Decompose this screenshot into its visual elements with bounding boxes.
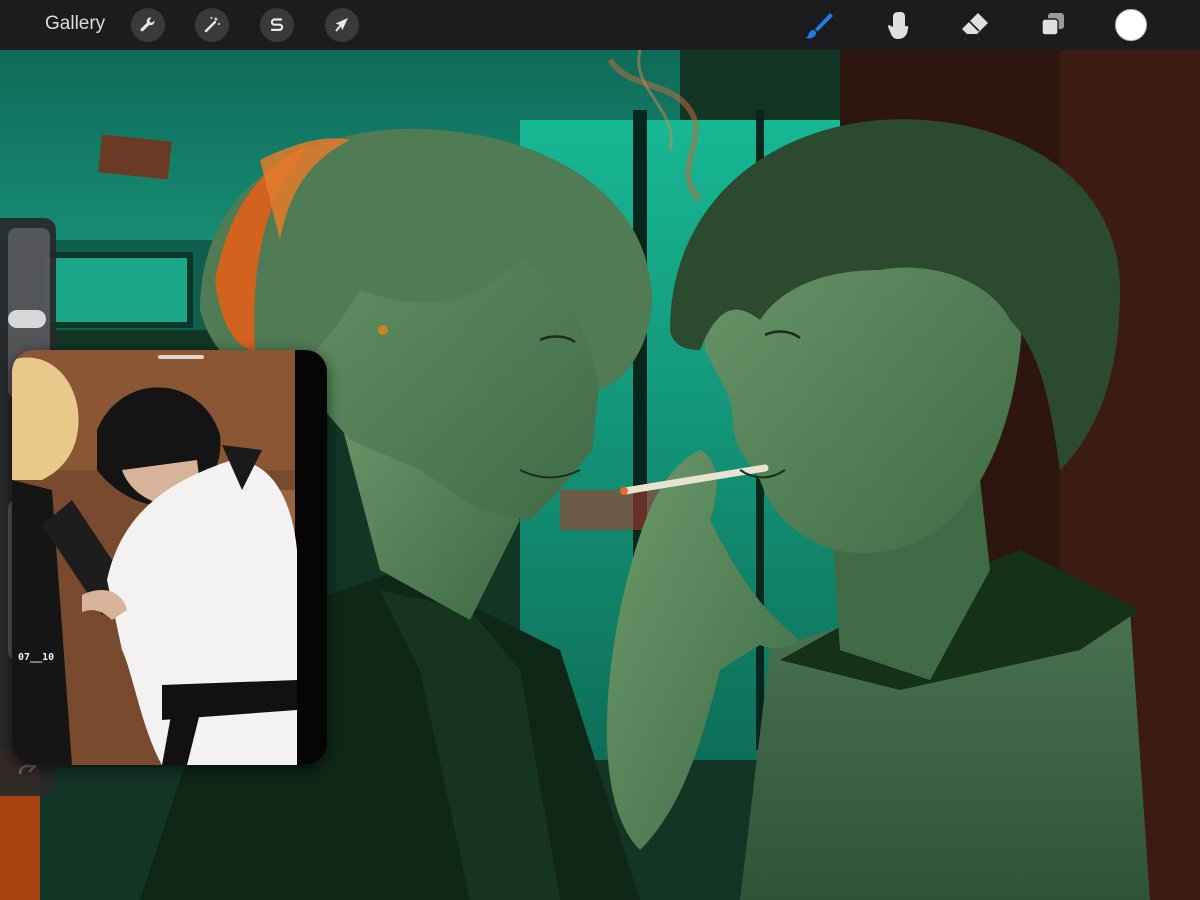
reference-video-window[interactable]: 07__10 xyxy=(12,350,327,765)
adjustments-button[interactable] xyxy=(195,8,229,42)
wrench-icon xyxy=(140,17,155,32)
brush-size-slider-thumb[interactable] xyxy=(8,310,46,328)
reference-timestamp: 07__10 xyxy=(18,652,55,663)
smudge-finger-icon[interactable] xyxy=(882,9,914,41)
actions-button[interactable] xyxy=(131,8,165,42)
selection-s-icon xyxy=(270,18,284,31)
gallery-button[interactable]: Gallery xyxy=(45,13,105,35)
layers-icon[interactable] xyxy=(1037,9,1069,41)
reference-video-frame xyxy=(12,350,327,765)
color-picker-button[interactable] xyxy=(1115,9,1147,41)
brush-icon[interactable] xyxy=(803,9,835,41)
magic-wand-icon xyxy=(204,17,220,33)
transform-button[interactable] xyxy=(325,8,359,42)
eraser-icon[interactable] xyxy=(959,9,991,41)
top-toolbar: Gallery xyxy=(0,0,1200,50)
selection-button[interactable] xyxy=(260,8,294,42)
reference-drag-handle[interactable] xyxy=(158,355,204,359)
cursor-arrow-icon xyxy=(335,18,348,32)
